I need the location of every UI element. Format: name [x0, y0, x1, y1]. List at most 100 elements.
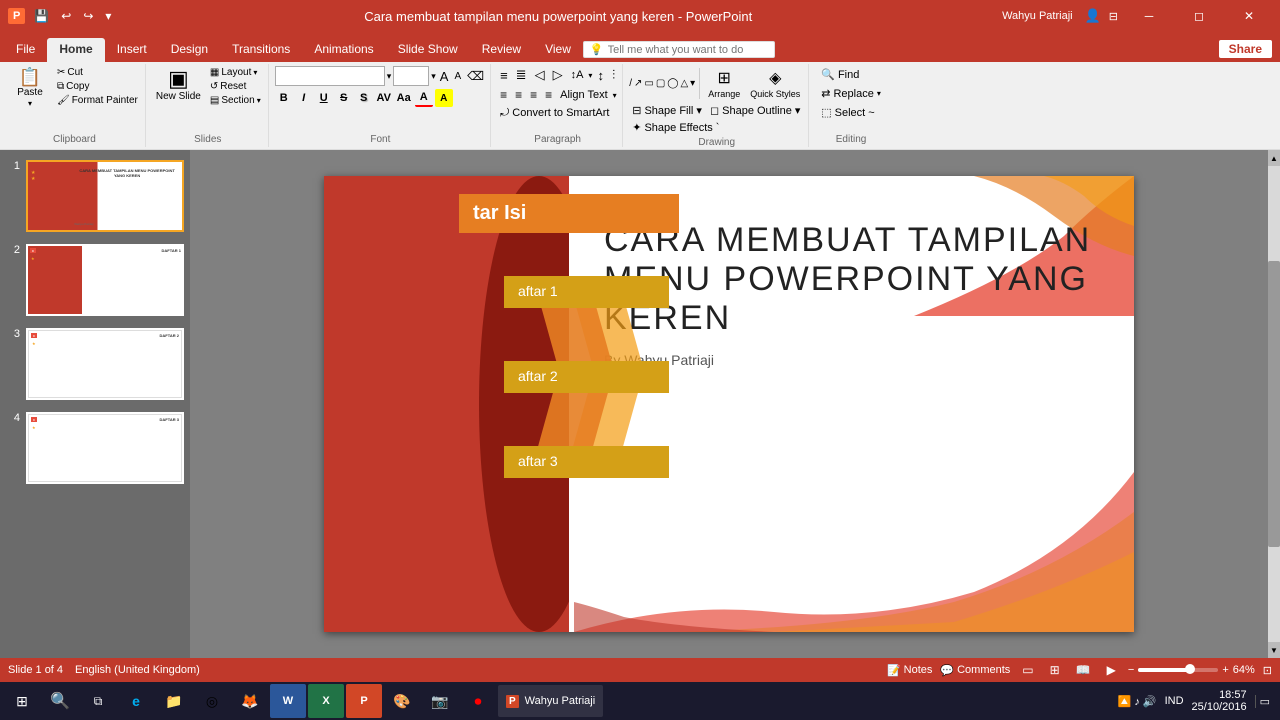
close-btn[interactable]: ✕: [1226, 0, 1272, 32]
tab-file[interactable]: File: [4, 38, 47, 62]
search-input[interactable]: [608, 44, 768, 56]
scroll-thumb[interactable]: [1268, 261, 1280, 547]
indent-inc-btn[interactable]: ▷: [550, 66, 566, 84]
justify-btn[interactable]: ≡: [542, 87, 555, 103]
line-spacing-btn[interactable]: ↕: [594, 67, 607, 84]
slide-thumb-1[interactable]: 1 CARA MEMBUAT TAMPILAN MENU POWERPOINT …: [4, 158, 186, 234]
arrange-button[interactable]: ⊞ Arrange: [704, 66, 744, 101]
bold-btn[interactable]: B: [275, 89, 293, 107]
paste-button[interactable]: 📋 Paste ▾: [8, 66, 52, 110]
file-explorer-btn[interactable]: 📁: [156, 684, 192, 718]
char-spacing-btn[interactable]: AV: [375, 89, 393, 107]
replace-button[interactable]: ⇄ Replace ▾: [815, 85, 887, 102]
ie-btn[interactable]: e: [118, 684, 154, 718]
font-name-dropdown-icon[interactable]: ▾: [387, 71, 392, 82]
indent-dec-btn[interactable]: ◁: [532, 66, 548, 84]
bullets-btn[interactable]: ≡: [497, 67, 511, 84]
reading-view-btn[interactable]: 📖: [1072, 661, 1095, 679]
align-center-btn[interactable]: ≡: [512, 87, 525, 103]
undo-quick-btn[interactable]: ↩: [58, 7, 74, 25]
convert-smartart-btn[interactable]: ⤾ Convert to SmartArt: [497, 106, 612, 121]
text-direction-btn[interactable]: ↕A: [568, 68, 587, 82]
italic-btn[interactable]: I: [295, 89, 313, 107]
change-case-btn[interactable]: Aa: [395, 89, 413, 107]
select-button[interactable]: ⬚ Select ~: [815, 104, 880, 121]
decrease-font-btn[interactable]: A: [452, 70, 463, 83]
font-color-btn[interactable]: A: [415, 89, 433, 107]
slide-img-4[interactable]: DAFTAR 3 D ★: [26, 412, 184, 484]
paste-dropdown-icon[interactable]: ▾: [28, 99, 32, 108]
slide-canvas[interactable]: tar Isi aftar 1 aftar 2 aftar 3: [324, 176, 1134, 632]
slide-thumb-2[interactable]: 2 DAFTAR 1 D ★: [4, 242, 186, 318]
customize-quick-btn[interactable]: ▾: [102, 7, 114, 25]
line-tool[interactable]: /: [629, 78, 632, 89]
tab-home[interactable]: Home: [47, 38, 104, 62]
strikethrough-btn[interactable]: S: [335, 89, 353, 107]
layout-button[interactable]: ▦ Layout ▾: [207, 66, 264, 79]
ribbon-toggle-icon[interactable]: ⊟: [1109, 10, 1118, 23]
task-view-btn[interactable]: ⧉: [80, 684, 116, 718]
zoom-handle[interactable]: [1185, 664, 1195, 674]
underline-btn[interactable]: U: [315, 89, 333, 107]
comments-btn[interactable]: 💬 Comments: [940, 664, 1010, 677]
quick-styles-button[interactable]: ◈ Quick Styles: [746, 66, 804, 101]
columns-btn[interactable]: ⫶: [609, 66, 618, 84]
notes-btn[interactable]: 📝 Notes: [887, 664, 932, 677]
slide-img-2[interactable]: DAFTAR 1 D ★: [26, 244, 184, 316]
ellipse-tool[interactable]: ◯: [667, 78, 678, 89]
slide-thumb-4[interactable]: 4 DAFTAR 3 D ★: [4, 410, 186, 486]
tab-transitions[interactable]: Transitions: [220, 38, 302, 62]
show-desktop-btn[interactable]: ▭: [1255, 695, 1270, 708]
ppt-btn[interactable]: P: [346, 684, 382, 718]
find-button[interactable]: 🔍 Find: [815, 66, 865, 83]
menu-item-1[interactable]: aftar 1: [504, 276, 669, 308]
zoom-out-btn[interactable]: −: [1128, 664, 1134, 676]
scroll-track[interactable]: [1268, 166, 1280, 642]
align-text-btn[interactable]: Align Text: [557, 88, 611, 102]
cut-button[interactable]: ✂ Cut: [54, 66, 141, 79]
arrow-tool[interactable]: ↗: [634, 78, 642, 89]
scroll-up-btn[interactable]: ▲: [1268, 150, 1280, 166]
firefox-btn[interactable]: 🦊: [232, 684, 268, 718]
menu-item-3[interactable]: aftar 3: [504, 446, 669, 478]
main-title-area[interactable]: CARA MEMBUAT TAMPILAN MENU POWERPOINT YA…: [604, 221, 1114, 368]
camera-btn[interactable]: 📷: [422, 684, 458, 718]
excel-btn[interactable]: X: [308, 684, 344, 718]
shapes-more-btn[interactable]: ▾: [690, 78, 695, 89]
numbering-btn[interactable]: ≣: [513, 66, 530, 84]
font-size-dropdown-icon[interactable]: ▾: [431, 71, 436, 82]
new-slide-button[interactable]: ▣ New Slide: [152, 66, 205, 104]
shape-outline-btn[interactable]: ◻ Shape Outline ▾: [707, 103, 803, 118]
shadow-btn[interactable]: S: [355, 89, 373, 107]
rect-tool[interactable]: ▭: [644, 78, 653, 89]
vertical-scrollbar[interactable]: ▲ ▼: [1268, 150, 1280, 658]
slideshow-btn[interactable]: ▶: [1103, 661, 1120, 679]
slide-thumb-3[interactable]: 3 DAFTAR 2 D ★: [4, 326, 186, 402]
align-right-btn[interactable]: ≡: [527, 87, 540, 103]
fit-btn[interactable]: ⊡: [1263, 664, 1272, 677]
wahyu-taskbar-app[interactable]: P Wahyu Patriaji: [498, 685, 603, 717]
slide-img-3[interactable]: DAFTAR 2 D ★: [26, 328, 184, 400]
shape-fill-btn[interactable]: ⊟ Shape Fill ▾: [629, 103, 705, 118]
copy-button[interactable]: ⧉ Copy: [54, 80, 141, 93]
increase-font-btn[interactable]: A: [438, 68, 451, 85]
maximize-btn[interactable]: ◻: [1176, 0, 1222, 32]
search-box[interactable]: 💡: [583, 41, 775, 58]
align-left-btn[interactable]: ≡: [497, 87, 510, 103]
font-size-input[interactable]: [393, 66, 429, 86]
triangle-tool[interactable]: △: [680, 78, 688, 89]
reset-button[interactable]: ↺ Reset: [207, 80, 264, 93]
tab-design[interactable]: Design: [159, 38, 220, 62]
highlight-btn[interactable]: A: [435, 89, 453, 107]
align-text-dropdown-icon[interactable]: ▾: [613, 91, 617, 100]
zoom-in-btn[interactable]: +: [1222, 664, 1228, 676]
record-btn[interactable]: ⏺: [460, 684, 496, 718]
share-button[interactable]: Share: [1219, 40, 1272, 58]
section-button[interactable]: ▤ Section ▾: [207, 94, 264, 107]
shape-effects-btn[interactable]: ✦ Shape Effects `: [629, 120, 722, 135]
normal-view-btn[interactable]: ▭: [1018, 661, 1037, 679]
rounded-rect-tool[interactable]: ▢: [656, 78, 665, 89]
font-name-input[interactable]: [275, 66, 385, 86]
zoom-slider[interactable]: [1138, 668, 1218, 672]
paint-btn[interactable]: 🎨: [384, 684, 420, 718]
